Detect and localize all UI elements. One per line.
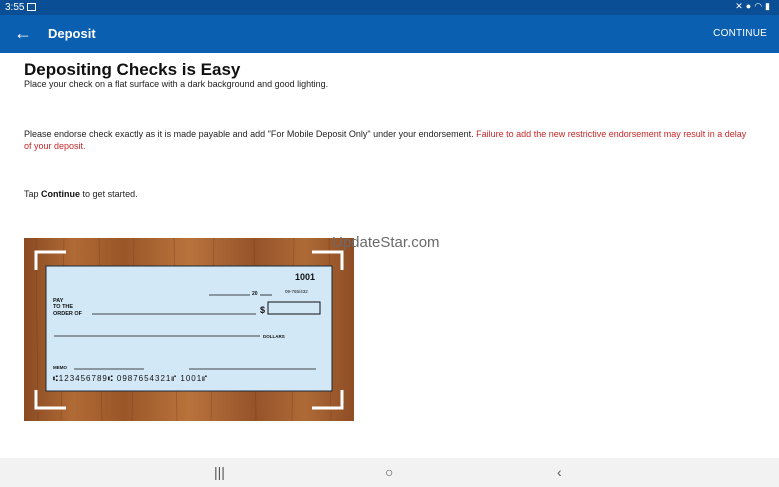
endorse-text: Please endorse check exactly as it is ma… <box>24 129 474 139</box>
app-bar: ← Deposit CONTINUE <box>0 15 779 53</box>
check-dollar-sign: $ <box>260 305 265 315</box>
tap-suffix: to get started. <box>82 189 138 199</box>
continue-button[interactable]: CONTINUE <box>713 28 767 39</box>
instruction-text: Place your check on a flat surface with … <box>24 79 329 89</box>
check-illustration: 1001 09-765/432 20 PAY TO THE ORDER OF $… <box>24 238 354 421</box>
section-heading: Depositing Checks is Easy <box>24 60 241 79</box>
tap-continue-text: Tap Continue to get started. <box>24 189 138 199</box>
check-year: 20 <box>252 291 258 297</box>
check-routing-fraction: 09-765/432 <box>285 289 308 294</box>
page-title: Deposit <box>48 26 96 41</box>
check-micr-line: ⑆123456789⑆ 0987654321⑈ 1001⑈ <box>53 374 208 383</box>
arrow-left-icon[interactable]: ← <box>14 23 32 43</box>
tap-continue-bold: Continue <box>41 189 81 199</box>
nav-back-icon[interactable]: ‹ <box>557 464 562 480</box>
check-memo-label: MEMO <box>53 365 67 370</box>
check-to-the-label: TO THE <box>53 304 73 310</box>
endorse-paragraph: Please endorse check exactly as it is ma… <box>24 128 754 152</box>
check-paper <box>45 265 333 392</box>
watermark: UpdateStar.com <box>332 234 440 251</box>
mute-icon: ✕ <box>735 1 746 11</box>
location-icon: ● <box>745 1 755 11</box>
status-icons: ✕●◠▮ <box>735 1 773 12</box>
check-dollars-label: DOLLARS <box>263 334 285 339</box>
status-time: 3:55 <box>5 2 25 13</box>
recents-icon[interactable]: ||| <box>214 464 225 480</box>
battery-icon: ▮ <box>765 1 773 11</box>
status-bar: 3:55 ✕●◠▮ <box>0 0 779 15</box>
home-icon[interactable]: ○ <box>385 464 393 480</box>
image-icon <box>27 3 36 11</box>
android-nav-bar: ||| ○ ‹ <box>0 458 779 487</box>
check-number: 1001 <box>295 272 315 282</box>
wifi-icon: ◠ <box>754 1 766 11</box>
tap-prefix: Tap <box>24 189 39 199</box>
check-order-of-label: ORDER OF <box>53 311 83 317</box>
